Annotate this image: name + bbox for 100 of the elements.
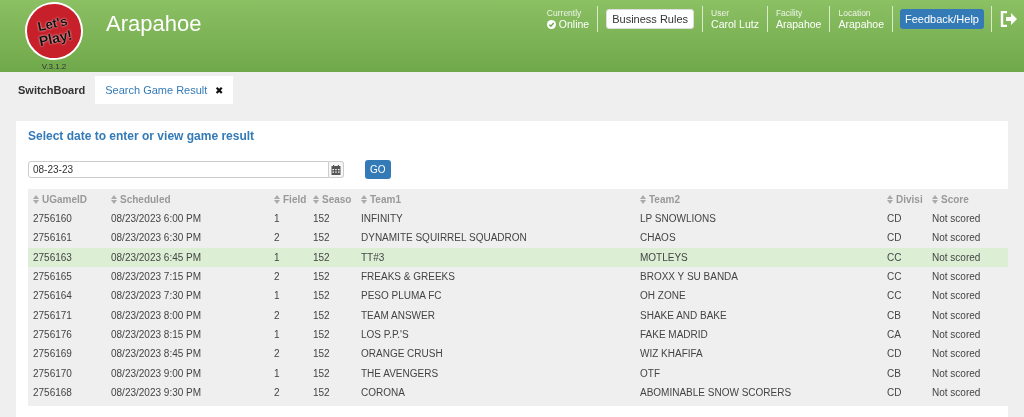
table-cell-text: CC (886, 251, 903, 263)
date-field[interactable]: 08-23-23 (28, 161, 329, 178)
table-cell-text: 1 (273, 251, 281, 263)
logout-icon[interactable] (1000, 11, 1018, 27)
table-cell-text: 152 (312, 367, 331, 379)
table-cell-text: CC (886, 271, 903, 283)
table-cell-text: 2756165 (32, 271, 73, 283)
info-value: Carol Lutz (711, 18, 759, 30)
sort-icon[interactable] (274, 194, 280, 204)
table-row[interactable]: 2756170 08/23/2023 9:00 PM 1 152 THE AVENGERS OTF CB Not scored (28, 363, 1008, 383)
table-cell-text: 08/23/2023 8:00 PM (110, 309, 203, 321)
sort-icon[interactable] (361, 194, 367, 204)
table-row[interactable]: 2756176 08/23/2023 8:15 PM 1 152 LOS P.P.'S FAKE MADRID CA Not scored (28, 324, 1008, 345)
table-cell-text: 1 (273, 213, 281, 225)
table-cell-text: ORANGE CRUSH (360, 348, 444, 360)
table-cell-text: 08/23/2023 7:15 PM (110, 271, 203, 283)
table-cell-text: CD (886, 232, 903, 244)
table-cell-text: CB (886, 367, 902, 379)
table-cell-text: 152 (312, 386, 331, 398)
table-cell-text: 2 (273, 386, 281, 398)
table-cell-text: 2 (273, 271, 281, 283)
table-cell-text: 152 (312, 271, 331, 283)
table-cell-text: CD (886, 348, 903, 360)
table-cell-text: 2756176 (32, 328, 73, 340)
table-cell-text: LOS P.P.'S (360, 328, 410, 340)
tab[interactable]: Search Game Result ✖ (95, 76, 234, 104)
table-cell-text: Not scored (931, 328, 982, 340)
table-row[interactable]: 2756171 08/23/2023 8:00 PM 2 152 TEAM ANSWER SHAKE AND BAKE CB Not scored (28, 305, 1008, 325)
table-cell-text: 08/23/2023 9:00 PM (110, 367, 203, 379)
table-cell-text: 152 (312, 328, 331, 340)
table-cell-text: TEAM ANSWER (360, 309, 436, 321)
table-cell-text: INFINITY (360, 213, 404, 225)
go-button[interactable]: GO (365, 160, 391, 179)
table-cell-text: OH ZONE (639, 290, 687, 302)
table-cell-text: MOTLEYS (639, 251, 689, 263)
table-cell-text: 2 (273, 232, 281, 244)
sort-icon[interactable] (932, 194, 938, 204)
info-value: Arapahoe (775, 18, 822, 30)
table-cell-text: 2756163 (32, 251, 73, 263)
table-cell-text: Not scored (931, 348, 982, 360)
business-rules-button[interactable]: Business Rules (606, 9, 695, 29)
table-cell-text: 152 (312, 232, 331, 244)
table-cell-text: Not scored (931, 290, 982, 302)
table-cell-text: 2756164 (32, 290, 73, 302)
table-cell-text: 1 (273, 367, 281, 379)
sort-icon[interactable] (111, 194, 117, 204)
close-icon[interactable]: ✖ (215, 84, 224, 96)
sort-icon[interactable] (887, 194, 893, 204)
table-cell-text: 2 (273, 309, 281, 321)
table-cell-text: 08/23/2023 6:30 PM (110, 232, 203, 244)
table-cell-text: SHAKE AND BAKE (639, 309, 728, 321)
table-cell-text: Not scored (931, 251, 982, 263)
table-row[interactable]: 2756163 08/23/2023 6:45 PM 1 152 TT#3 MOTLEYS CC Not scored (28, 247, 1008, 267)
table-cell-text: WIZ KHAFIFA (639, 348, 704, 360)
info-label: Facility (775, 8, 804, 18)
table-cell-text: CC (886, 290, 903, 302)
table-row[interactable]: 2756165 08/23/2023 7:15 PM 2 152 FREAKS & GREEKS BROXX Y SU BANDA CC Not scored (28, 266, 1008, 287)
table-cell-text: 2756171 (32, 309, 73, 321)
table-cell-text: TT#3 (360, 251, 386, 263)
feedback-button[interactable]: Feedback/Help (900, 9, 984, 29)
tab[interactable]: SwitchBoard (8, 76, 96, 104)
table-cell-text: Not scored (931, 232, 982, 244)
table-cell-text: THE AVENGERS (360, 367, 440, 379)
table-cell-text: 08/23/2023 9:30 PM (110, 386, 203, 398)
table-cell-text: CA (886, 328, 902, 340)
table-cell-text: Not scored (931, 309, 982, 321)
table-cell-text: CD (886, 386, 903, 398)
table-cell-text: 1 (273, 328, 281, 340)
table-cell-text: CB (886, 309, 902, 321)
sort-icon[interactable] (313, 194, 319, 204)
table-cell-text: 2 (273, 348, 281, 360)
table-cell-text: 08/23/2023 8:45 PM (110, 348, 203, 360)
table-cell-text: 152 (312, 290, 331, 302)
table-cell-text: 2756169 (32, 348, 73, 360)
sort-icon[interactable] (640, 194, 646, 204)
table-row[interactable]: 2756161 08/23/2023 6:30 PM 2 152 DYNAMITE SQUIRREL SQUADRON CHAOS CD Not scored (28, 228, 1008, 248)
info-label: Location (838, 8, 872, 18)
table-cell-text: 152 (312, 348, 331, 360)
table-cell-text: CORONA (360, 386, 406, 398)
table-cell-text: FREAKS & GREEKS (360, 271, 456, 283)
table-row[interactable]: 2756164 08/23/2023 7:30 PM 1 152 PESO PLUMA FC OH ZONE CC Not scored (28, 286, 1008, 306)
table-row[interactable]: 2756160 08/23/2023 6:00 PM 1 152 INFINITY LP SNOWLIONS CD Not scored (28, 209, 1008, 229)
sort-icon[interactable] (33, 194, 39, 204)
table-cell-text: 08/23/2023 6:45 PM (110, 251, 203, 263)
table-cell-text: OTF (639, 367, 661, 379)
table-cell-text: 1 (273, 290, 281, 302)
version-label: V.3.1.2 (41, 62, 67, 71)
panel-heading: Select date to enter or view game result (28, 129, 256, 143)
table-cell-text: 08/23/2023 6:00 PM (110, 213, 203, 225)
table-cell-text: PESO PLUMA FC (360, 290, 443, 302)
table-cell-text: CHAOS (639, 232, 677, 244)
info-label: User (711, 8, 730, 18)
table-cell-text: Not scored (931, 367, 982, 379)
table-row[interactable]: 2756168 08/23/2023 9:30 PM 2 152 CORONA ABOMINABLE SNOW SCORERS CD Not scored (28, 382, 1008, 402)
table-cell-text: CD (886, 213, 903, 225)
table-cell-text: FAKE MADRID (639, 328, 709, 340)
table-cell-text: Not scored (931, 271, 982, 283)
table-cell-text: 152 (312, 309, 331, 321)
table-row[interactable]: 2756169 08/23/2023 8:45 PM 2 152 ORANGE CRUSH WIZ KHAFIFA CD Not scored (28, 344, 1008, 364)
table-cell-text: 152 (312, 251, 331, 263)
